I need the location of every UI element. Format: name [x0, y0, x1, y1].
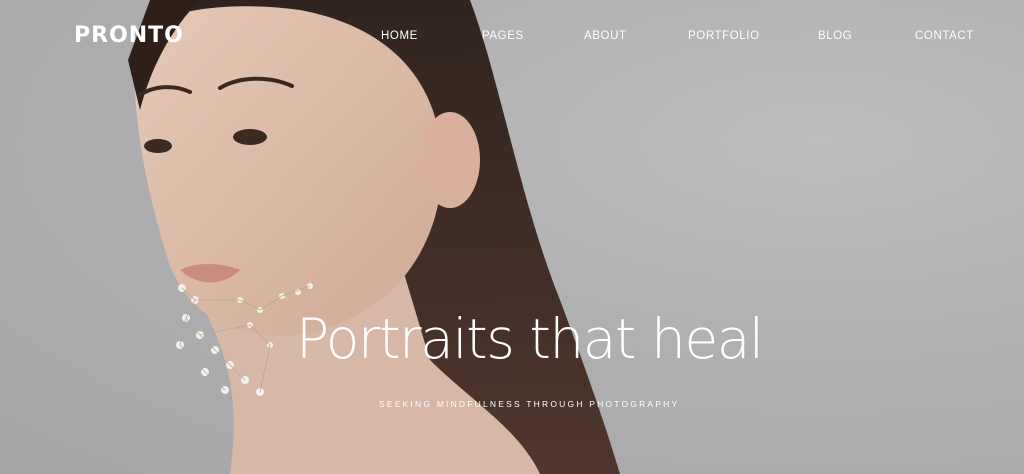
- nav-about-link[interactable]: ABOUT: [584, 30, 627, 42]
- hero-tagline: SEEKING MINDFULNESS THROUGH PHOTOGRAPHY: [379, 399, 680, 409]
- nav-contact-link[interactable]: CONTACT: [915, 30, 974, 42]
- nav-pages-link[interactable]: PAGES: [482, 30, 524, 42]
- nav-portfolio-link[interactable]: PORTFOLIO: [688, 30, 760, 42]
- hero-headline: Portraits that heal: [296, 307, 764, 371]
- nav-blog-link[interactable]: BLOG: [818, 30, 852, 42]
- site-logo[interactable]: PRONTO: [74, 23, 184, 48]
- top-navigation: PRONTO HOME PAGES ABOUT PORTFOLIO BLOG C…: [0, 0, 1024, 72]
- nav-home-link[interactable]: HOME: [381, 30, 418, 42]
